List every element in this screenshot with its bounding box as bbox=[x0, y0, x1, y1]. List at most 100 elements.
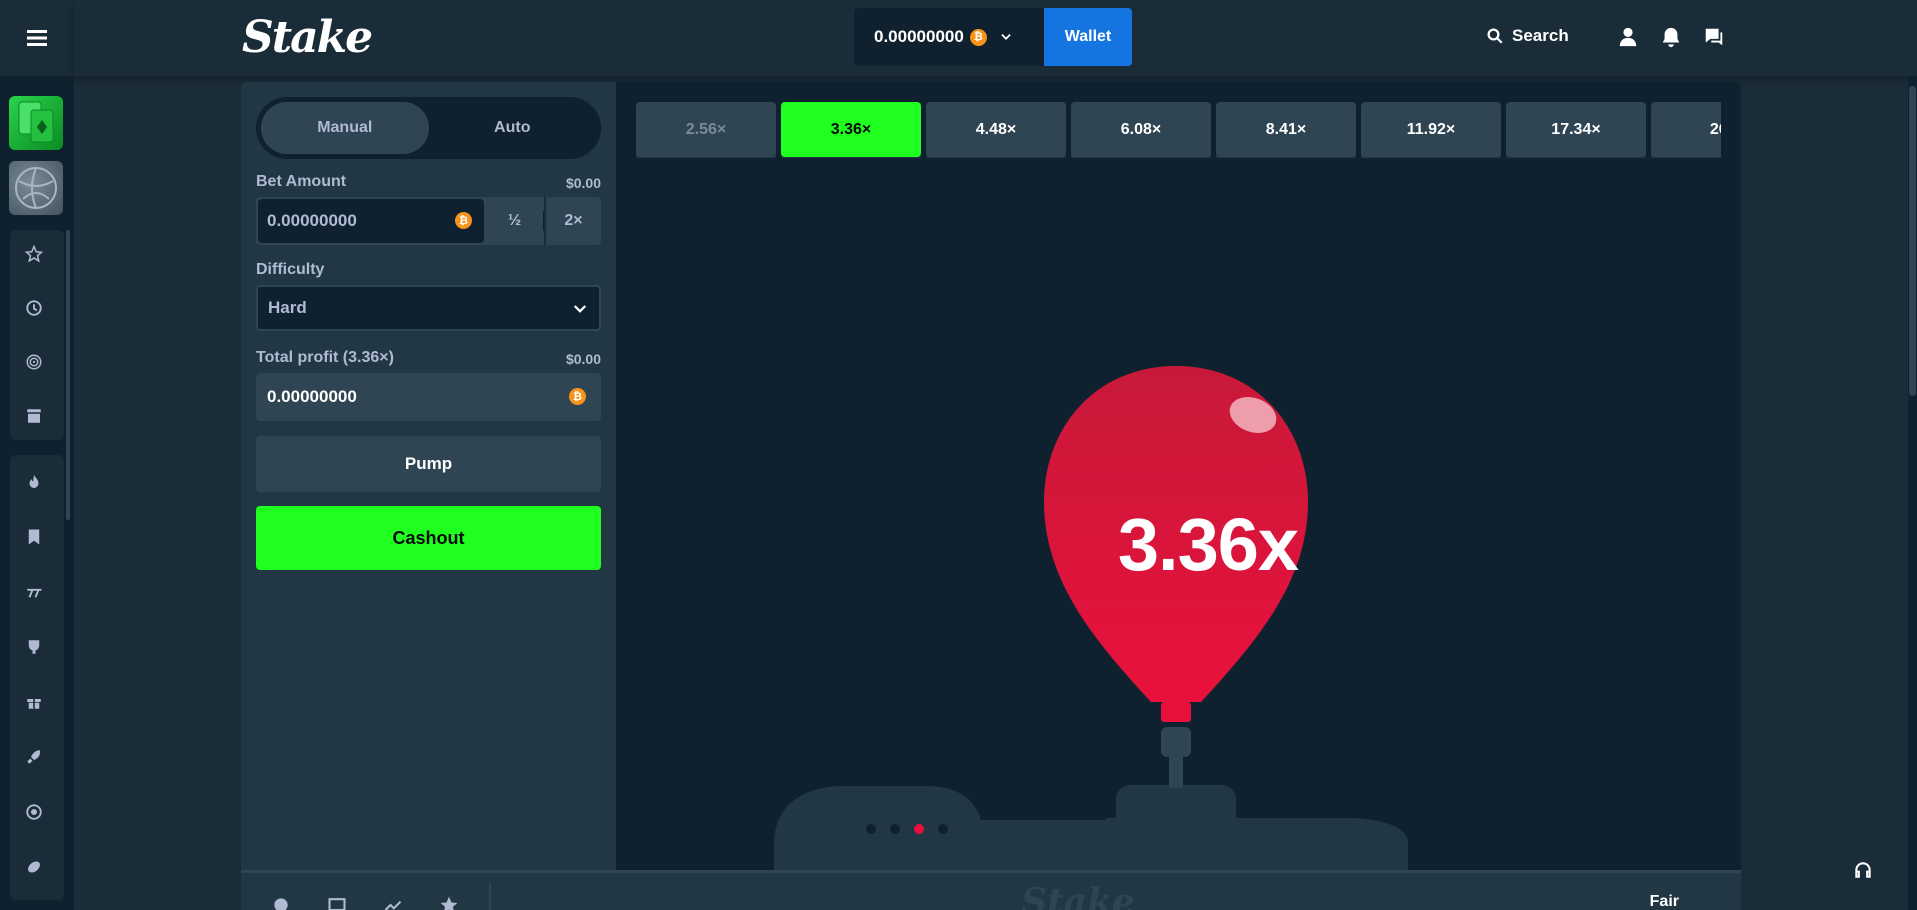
footer-divider bbox=[489, 883, 491, 910]
bet-amount-group: 0.00000000 ₿ ½ 2× bbox=[256, 197, 601, 245]
total-profit-value: 0.00000000 bbox=[267, 387, 357, 406]
page-scrollbar[interactable] bbox=[1908, 76, 1917, 910]
cashout-button[interactable]: Cashout bbox=[256, 506, 601, 570]
sidebar bbox=[0, 0, 74, 910]
notifications-button[interactable] bbox=[1660, 26, 1682, 48]
stake-logo[interactable]: Stake bbox=[242, 12, 373, 63]
difficulty-value: Hard bbox=[268, 298, 307, 317]
sidebar-item-sports[interactable] bbox=[24, 857, 44, 877]
menu-toggle-button[interactable] bbox=[0, 0, 74, 76]
mode-tabs: Manual Auto bbox=[256, 97, 601, 159]
gift-icon bbox=[27, 699, 41, 709]
bet-amount-usd: $0.00 bbox=[565, 175, 601, 191]
indicator-dot bbox=[938, 824, 948, 834]
bet-amount-label: Bet Amount bbox=[256, 173, 347, 190]
fire-icon bbox=[29, 474, 39, 488]
total-profit-usd: $0.00 bbox=[565, 351, 601, 367]
top-bar: Stake 0.00000000 ₿ Wallet Search bbox=[74, 0, 1917, 76]
indicator-dot bbox=[890, 824, 900, 834]
indicator-dot bbox=[866, 824, 876, 834]
sidebar-item-new-releases[interactable] bbox=[24, 747, 44, 767]
theatre-mode-button[interactable] bbox=[327, 895, 347, 910]
sidebar-item-originals[interactable] bbox=[24, 527, 44, 547]
history-icon bbox=[26, 300, 42, 316]
total-profit-field: 0.00000000 ₿ bbox=[256, 373, 601, 421]
sidebar-item-my-bets[interactable] bbox=[24, 406, 44, 426]
bet-controls-panel: Manual Auto Bet Amount $0.00 0.00000000 … bbox=[241, 82, 616, 870]
search-button[interactable]: Search bbox=[1486, 26, 1569, 46]
bitcoin-icon: ₿ bbox=[455, 212, 472, 229]
sidebar-item-hot[interactable] bbox=[24, 472, 44, 492]
balloon-scene bbox=[774, 366, 1408, 870]
balance-selector[interactable]: 0.00000000 ₿ bbox=[854, 8, 1044, 66]
casino-thumbnail[interactable] bbox=[9, 96, 63, 150]
sidebar-item-slots[interactable] bbox=[24, 582, 44, 602]
fairness-link[interactable]: Fair bbox=[1650, 893, 1679, 910]
pump-indicator-dots bbox=[866, 824, 948, 834]
total-profit-label: Total profit (3.36×) bbox=[256, 349, 394, 366]
screen-icon bbox=[328, 898, 346, 910]
chat-icon bbox=[1705, 28, 1723, 46]
pump-button[interactable]: Pump bbox=[256, 436, 601, 492]
game-container: Manual Auto Bet Amount $0.00 0.00000000 … bbox=[241, 82, 1741, 910]
ball-icon bbox=[15, 167, 57, 209]
chat-button[interactable] bbox=[1703, 26, 1725, 48]
sidebar-item-recent[interactable] bbox=[24, 298, 44, 318]
half-bet-button[interactable]: ½ bbox=[486, 197, 543, 245]
profile-button[interactable] bbox=[1617, 26, 1639, 48]
sports-thumbnail[interactable] bbox=[9, 161, 63, 215]
tab-auto[interactable]: Auto bbox=[429, 102, 597, 154]
poker-chip-icon bbox=[26, 804, 42, 820]
live-support-button[interactable] bbox=[1829, 842, 1897, 898]
sidebar-item-favourites[interactable] bbox=[24, 244, 44, 264]
footer-logo: Stake bbox=[1021, 881, 1135, 910]
target-icon bbox=[26, 354, 42, 370]
game-footer-bar: Stake Fair bbox=[241, 870, 1741, 910]
bitcoin-icon: ₿ bbox=[969, 28, 987, 46]
difficulty-select[interactable]: Hard bbox=[256, 285, 601, 331]
user-icon bbox=[1619, 27, 1637, 47]
sidebar-scrollbar[interactable] bbox=[66, 230, 70, 520]
balloon-knot bbox=[1161, 702, 1191, 722]
tab-manual[interactable]: Manual bbox=[261, 102, 429, 154]
search-icon bbox=[1487, 28, 1503, 44]
rugby-icon bbox=[28, 861, 40, 873]
pump-nozzle bbox=[1161, 727, 1191, 757]
chevron-down-icon bbox=[1001, 34, 1011, 40]
sidebar-item-live-casino[interactable] bbox=[24, 637, 44, 657]
chevron-down-icon bbox=[573, 305, 587, 313]
settings-button[interactable] bbox=[271, 895, 291, 910]
bell-icon bbox=[1662, 27, 1680, 48]
hamburger-icon bbox=[27, 30, 47, 46]
sidebar-item-challenges[interactable] bbox=[24, 352, 44, 372]
sidebar-item-table-games[interactable] bbox=[24, 802, 44, 822]
sidebar-group-categories bbox=[10, 455, 64, 900]
bet-amount-value: 0.00000000 bbox=[267, 211, 357, 230]
star-icon bbox=[25, 245, 43, 263]
pump-body bbox=[1116, 785, 1236, 845]
stake-originals-icon bbox=[27, 588, 42, 598]
bet-amount-input[interactable]: 0.00000000 ₿ bbox=[258, 199, 484, 243]
double-bet-button[interactable]: 2× bbox=[544, 197, 601, 245]
balloon-multiplier: 3.36x bbox=[1117, 503, 1299, 586]
store-icon bbox=[27, 409, 41, 423]
difficulty-label: Difficulty bbox=[256, 261, 325, 278]
favourite-button[interactable] bbox=[439, 895, 459, 910]
bitcoin-icon: ₿ bbox=[569, 388, 586, 405]
rocket-icon bbox=[27, 750, 41, 764]
gear-icon bbox=[274, 898, 288, 910]
bookmark-icon bbox=[28, 529, 40, 545]
wallet-button[interactable]: Wallet bbox=[1044, 8, 1132, 66]
search-label: Search bbox=[1512, 26, 1569, 45]
game-stage: 2.56×3.36×4.48×6.08×8.41×11.92×17.34×26.… bbox=[616, 82, 1741, 870]
chart-icon bbox=[384, 900, 402, 910]
page-scrollbar-thumb[interactable] bbox=[1909, 86, 1916, 396]
stats-button[interactable] bbox=[383, 895, 403, 910]
indicator-dot bbox=[914, 824, 924, 834]
sidebar-item-promotions[interactable] bbox=[24, 692, 44, 712]
cards-icon bbox=[18, 101, 54, 143]
star-icon bbox=[440, 896, 458, 910]
headset-icon bbox=[1855, 862, 1871, 878]
balance-amount: 0.00000000 bbox=[874, 27, 964, 46]
trophy-icon bbox=[28, 640, 40, 654]
